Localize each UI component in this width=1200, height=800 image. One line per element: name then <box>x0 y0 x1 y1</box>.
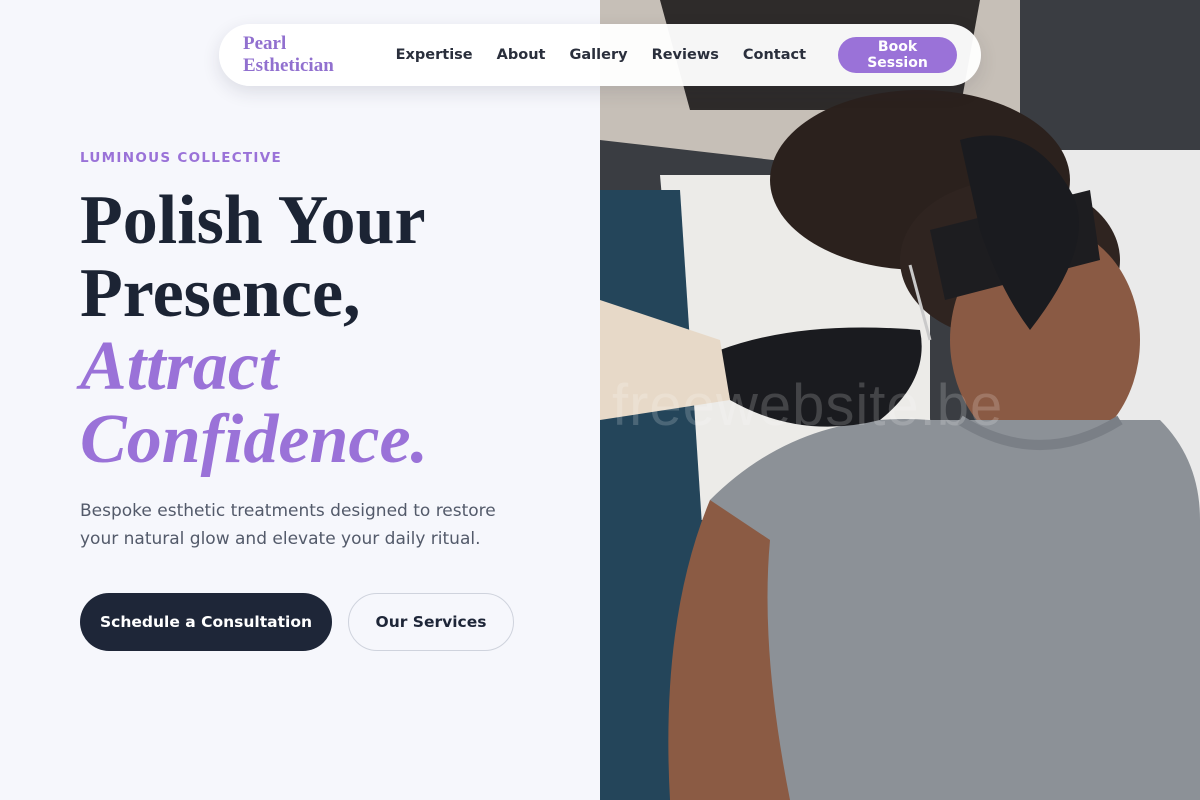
hero-headline: Polish Your Presence, Attract Confidence… <box>80 184 580 476</box>
hero-photo: freewebsite.be <box>600 0 1200 800</box>
headline-line-2: Presence, <box>80 255 361 332</box>
book-session-button[interactable]: Book Session <box>838 37 957 73</box>
nav-link-gallery[interactable]: Gallery <box>569 47 627 63</box>
nav-link-expertise[interactable]: Expertise <box>396 47 473 63</box>
headline-accent-1: Attract <box>80 328 279 405</box>
our-services-button[interactable]: Our Services <box>348 593 514 651</box>
headline-accent-2: Confidence. <box>80 401 429 478</box>
headline-line-1: Polish Your <box>80 182 426 259</box>
brand-logo[interactable]: Pearl Esthetician <box>243 33 348 77</box>
top-navbar: Pearl Esthetician Expertise About Galler… <box>219 24 981 86</box>
hero-subtext: Bespoke esthetic treatments designed to … <box>80 501 496 549</box>
nav-link-contact[interactable]: Contact <box>743 47 806 63</box>
schedule-consultation-button[interactable]: Schedule a Consultation <box>80 593 332 651</box>
nav-link-about[interactable]: About <box>497 47 546 63</box>
nav-link-reviews[interactable]: Reviews <box>652 47 719 63</box>
watermark-text: freewebsite.be <box>612 373 1004 438</box>
hero-eyebrow: LUMINOUS COLLECTIVE <box>80 150 283 166</box>
